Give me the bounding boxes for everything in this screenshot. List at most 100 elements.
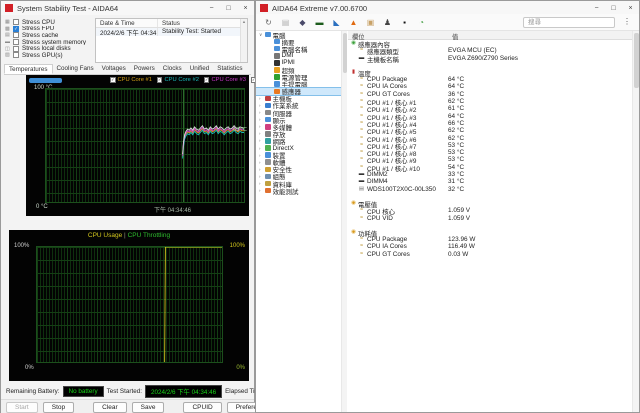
- stress-option-row[interactable]: ▤ Stress cache: [5, 32, 93, 39]
- tree-item[interactable]: › DirectX: [256, 145, 341, 152]
- sensor-row[interactable]: ≈ CPU GT Cores 36 °C: [348, 91, 632, 98]
- section-header-row[interactable]: ◉ 功耗值: [348, 229, 632, 238]
- search-input[interactable]: [523, 17, 615, 28]
- tab-temperatures[interactable]: Temperatures: [4, 64, 53, 74]
- stress-option-row[interactable]: ▦ Stress CPU: [5, 19, 93, 26]
- tree-scrollbar-thumb[interactable]: [343, 33, 347, 73]
- tab-clocks[interactable]: Clocks: [159, 64, 186, 74]
- sensor-row[interactable]: ≈ 感應器類型 EVGA MCU (EC): [348, 47, 632, 56]
- legend-checkbox[interactable]: ✓: [156, 77, 163, 83]
- event-table-scrollbar[interactable]: ▲: [240, 19, 247, 62]
- sensor-row[interactable]: ≈ CPU #1 / 核心 #3 64 °C: [348, 112, 632, 122]
- sensor-row[interactable]: ≈ CPU IA Cores 116.49 W: [348, 243, 632, 250]
- screenshot-icon[interactable]: ▪: [399, 18, 410, 27]
- tree-node-icon: [265, 138, 271, 144]
- tree-item[interactable]: 感應器: [256, 86, 341, 96]
- tree-item[interactable]: › 資料庫: [256, 180, 341, 189]
- legend-checkbox[interactable]: ✓: [203, 77, 210, 83]
- section-header-row[interactable]: ▮ 溫度: [348, 69, 632, 78]
- tab-voltages[interactable]: Voltages: [98, 64, 130, 74]
- tab-statistics[interactable]: Statistics: [213, 64, 246, 74]
- tree-item[interactable]: › 效能測試: [256, 187, 341, 196]
- stress-option-row[interactable]: ◫ Stress local disks: [5, 45, 93, 52]
- save-button[interactable]: Save: [131, 401, 165, 413]
- tree-item[interactable]: › 網路: [256, 137, 341, 146]
- tab-powers[interactable]: Powers: [130, 64, 159, 74]
- sensor-row[interactable]: ▤ WDS100T2X0C-00L350 32 °C: [348, 186, 632, 193]
- sensor-row[interactable]: ≈ CPU #1 / 核心 #9 53 °C: [348, 156, 632, 165]
- tree-item[interactable]: › 組態: [256, 173, 341, 181]
- sensor-row[interactable]: ▬ DIMM2 33 °C: [348, 171, 632, 178]
- tree-item[interactable]: › 伺服器: [256, 109, 341, 118]
- stress-checkbox[interactable]: [13, 39, 19, 46]
- tree-item[interactable]: ∨ 電腦: [256, 31, 341, 40]
- sensor-row[interactable]: ≈ CPU Package 64 °C: [348, 76, 632, 83]
- tree-item[interactable]: › 安全性: [256, 166, 341, 174]
- minimize-button[interactable]: −: [588, 1, 605, 15]
- stress-checkbox[interactable]: [13, 45, 19, 52]
- tree-item[interactable]: › 裝置: [256, 152, 341, 160]
- refresh-icon[interactable]: ↻: [263, 18, 274, 27]
- panel-scrollbar[interactable]: [632, 31, 639, 412]
- section-header-row[interactable]: ◉ 感應器內容: [348, 40, 632, 49]
- sensor-row[interactable]: ≈ CPU #1 / 核心 #7 53 °C: [348, 142, 632, 151]
- stress-checkbox[interactable]: ✓: [13, 25, 19, 32]
- tree-item[interactable]: › 存放: [256, 130, 341, 139]
- tree-item[interactable]: › 作業系統: [256, 102, 341, 110]
- legend-checkbox[interactable]: ✓: [110, 77, 116, 83]
- stop-button[interactable]: Stop: [42, 401, 75, 413]
- tab-cooling-fans[interactable]: Cooling Fans: [53, 64, 98, 74]
- tree-item[interactable]: › 顯示: [256, 116, 341, 125]
- close-button[interactable]: ×: [622, 1, 639, 15]
- stress-checkbox[interactable]: [13, 19, 19, 26]
- tree-node-icon: [265, 145, 271, 151]
- user-icon[interactable]: ♟: [382, 18, 393, 27]
- sensor-value: 54 °C: [448, 163, 465, 171]
- folder-icon[interactable]: ▣: [365, 18, 376, 27]
- cpuid-button[interactable]: CPUID: [183, 401, 222, 413]
- wand-icon[interactable]: ◆: [297, 18, 308, 27]
- pointer-icon[interactable]: ◣: [331, 18, 342, 27]
- maximize-button[interactable]: □: [220, 1, 237, 15]
- sensor-row[interactable]: ≈ CPU #1 / 核心 #4 66 °C: [348, 119, 632, 129]
- sensor-row[interactable]: ≈ CPU #1 / 核心 #10 54 °C: [348, 163, 632, 173]
- clear-button[interactable]: Clear: [93, 401, 127, 413]
- sensor-row[interactable]: ≈ CPU Package 123.96 W: [348, 236, 632, 243]
- sensor-row[interactable]: ≈ CPU GT Cores 0.03 W: [348, 251, 632, 258]
- tree-item[interactable]: IPMI: [256, 59, 341, 66]
- gauge-icon[interactable]: ◔: [416, 18, 427, 27]
- sensor-row[interactable]: ≈ CPU #1 / 核心 #8 53 °C: [348, 149, 632, 158]
- report-icon[interactable]: ▤: [280, 18, 291, 27]
- sensor-row[interactable]: ≈ CPU #1 / 核心 #5 62 °C: [348, 127, 632, 136]
- event-row[interactable]: 2024/2/6 下午 04:34… Stability Test: Start…: [96, 28, 247, 36]
- maximize-button[interactable]: □: [605, 1, 622, 15]
- sensor-value: 64 °C: [448, 112, 465, 120]
- stress-option-row[interactable]: ▬ Stress system memory: [5, 39, 93, 46]
- panel-scrollbar-thumb[interactable]: [634, 33, 639, 88]
- stress-option-row[interactable]: ▧ Stress GPU(s): [5, 52, 93, 59]
- sensor-row[interactable]: ▬ DIMM4 31 °C: [348, 178, 632, 185]
- sensor-row[interactable]: ▬ 主機板名稱 EVGA Z690/Z790 Series: [348, 55, 632, 64]
- minimize-button[interactable]: −: [203, 1, 220, 15]
- temperature-icon: ≈: [359, 119, 364, 126]
- tree-scrollbar[interactable]: [341, 31, 347, 412]
- tree-item[interactable]: › 軟體: [256, 159, 341, 167]
- overflow-menu-icon[interactable]: ⋮: [623, 17, 631, 26]
- sensor-row[interactable]: ≈ CPU IA Cores 64 °C: [348, 83, 632, 90]
- tree-item[interactable]: › 多媒體: [256, 123, 341, 132]
- sensor-row[interactable]: ≈ CPU VID 1.059 V: [348, 215, 632, 222]
- close-button[interactable]: ×: [237, 1, 254, 15]
- tab-unified[interactable]: Unified: [186, 64, 214, 74]
- graph-hscrollbar-thumb[interactable]: [29, 78, 62, 83]
- sensor-row[interactable]: ≈ CPU #1 / 核心 #1 62 °C: [348, 98, 632, 107]
- stress-checkbox[interactable]: [13, 32, 19, 39]
- monitor-panel-icon[interactable]: ▬: [314, 18, 325, 27]
- sensor-row[interactable]: ≈ CPU #1 / 核心 #2 61 °C: [348, 105, 632, 114]
- sensor-row[interactable]: ≈ CPU #1 / 核心 #6 62 °C: [348, 135, 632, 144]
- sensor-row[interactable]: ≈ CPU 核心 1.059 V: [348, 207, 632, 216]
- stress-option-row[interactable]: ▩ ✓ Stress FPU: [5, 26, 93, 33]
- stress-checkbox[interactable]: [13, 52, 19, 59]
- flame-icon[interactable]: ▲: [348, 18, 359, 27]
- section-header-row[interactable]: ◉ 電壓值: [348, 200, 632, 209]
- tree-item[interactable]: 電腦名稱: [256, 45, 341, 54]
